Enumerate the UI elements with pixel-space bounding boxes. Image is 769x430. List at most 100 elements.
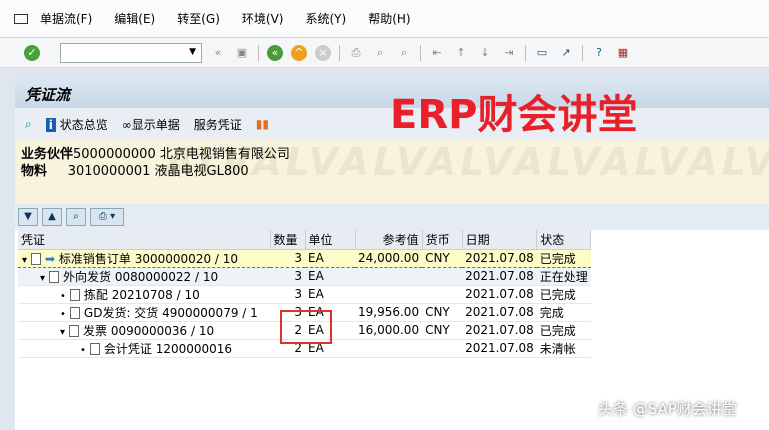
menu-icon[interactable] — [14, 13, 28, 24]
status-cell: 已完成 — [536, 248, 591, 268]
ref-value-cell — [355, 267, 423, 286]
document-label: 发票 0090000036 / 10 — [83, 323, 215, 338]
document-label: 标准销售订单 3000000020 / 10 — [58, 251, 239, 266]
command-field[interactable] — [60, 42, 202, 63]
collapse-all-icon[interactable]: ▲ — [42, 208, 62, 226]
col-status[interactable]: 状态 — [536, 230, 592, 250]
table-row[interactable]: • 拣配 20210708 / 10 3 EA 2021.07.08 已完成 — [18, 285, 591, 304]
help-icon[interactable]: ? — [591, 45, 607, 61]
currency-cell — [422, 339, 463, 358]
display-document-button[interactable]: ∞显示单据 — [122, 116, 180, 133]
date-cell: 2021.07.08 — [462, 339, 537, 358]
col-quantity[interactable]: 数量 — [270, 230, 306, 250]
document-cell[interactable]: ▾ ➡ 标准销售订单 3000000020 / 10 — [18, 248, 270, 268]
document-cell[interactable]: • GD发货: 交货 4900000079 / 1 — [18, 303, 270, 322]
highlight-box — [280, 310, 332, 344]
find-next-icon[interactable]: ⌕ — [396, 45, 412, 61]
prev-page-icon[interactable]: ↑ — [453, 45, 469, 61]
document-cell[interactable]: ▾ 发票 0090000036 / 10 — [18, 321, 270, 340]
status-cell: 已完成 — [536, 321, 591, 340]
menu-goto[interactable]: 转至(G) — [177, 10, 220, 27]
ref-value-cell — [355, 285, 423, 304]
customize-layout-icon[interactable]: ▦ — [615, 45, 631, 61]
separator — [525, 44, 526, 61]
document-icon — [49, 270, 60, 283]
leaf-node-icon: • — [80, 344, 86, 356]
menu-edit[interactable]: 编辑(E) — [114, 10, 155, 27]
first-page-icon[interactable]: ⇤ — [429, 45, 445, 61]
col-unit[interactable]: 单位 — [305, 230, 356, 250]
document-icon — [31, 252, 42, 265]
col-currency[interactable]: 货币 — [422, 230, 463, 250]
status-cell: 已完成 — [536, 285, 591, 304]
menu-help[interactable]: 帮助(H) — [368, 10, 410, 27]
quantity-cell: 3 — [270, 267, 305, 286]
exit-icon[interactable]: ^ — [291, 44, 307, 61]
separator — [258, 44, 259, 61]
cancel-icon[interactable]: × — [315, 44, 331, 61]
document-label: 会计凭证 1200000016 — [103, 341, 233, 356]
leaf-node-icon: • — [60, 308, 66, 320]
save-icon[interactable]: ▣ — [234, 45, 250, 61]
collapse-icon[interactable]: « — [210, 45, 226, 61]
expand-node-icon[interactable]: ▾ — [60, 327, 65, 338]
glasses-icon: ∞ — [121, 117, 132, 132]
document-cell[interactable]: ▾ 外向发货 0080000022 / 10 — [18, 267, 270, 286]
header-info: ALVALVALVALVALVALVALVALV 业务伙伴5000000000 … — [15, 140, 769, 204]
expand-node-icon[interactable]: ▾ — [22, 255, 27, 266]
partner-value: 5000000000 北京电视销售有限公司 — [73, 147, 290, 162]
service-document-button[interactable]: 服务凭证 — [194, 116, 242, 133]
separator — [420, 44, 421, 61]
print-icon[interactable]: ⎙ — [348, 45, 364, 61]
table-row[interactable]: ▾ ➡ 标准销售订单 3000000020 / 10 3 EA 24,000.00… — [18, 248, 591, 268]
unit-cell: EA — [305, 267, 355, 286]
print-menu-icon[interactable]: ⎙ ▾ — [90, 208, 124, 226]
quantity-cell: 3 — [270, 248, 305, 268]
separator — [339, 44, 340, 61]
unit-cell: EA — [305, 248, 355, 268]
menu-environment[interactable]: 环境(V) — [242, 10, 284, 27]
find-icon[interactable]: ⌕ — [372, 45, 388, 61]
date-cell: 2021.07.08 — [462, 267, 537, 286]
status-overview-label: 状态总览 — [59, 117, 108, 132]
expand-icon[interactable]: ▼ — [18, 208, 38, 226]
date-cell: 2021.07.08 — [462, 303, 537, 322]
status-overview-button[interactable]: i 状态总览 — [45, 116, 108, 133]
document-label: 拣配 20210708 / 10 — [83, 287, 200, 302]
document-cell[interactable]: • 会计凭证 1200000016 — [18, 339, 270, 358]
ref-value-cell — [355, 339, 423, 358]
material-label: 物料 — [21, 164, 48, 179]
date-cell: 2021.07.08 — [462, 285, 537, 304]
ref-value-cell: 24,000.00 — [355, 248, 423, 268]
ref-value-cell: 16,000.00 — [355, 321, 423, 340]
document-cell[interactable]: • 拣配 20210708 / 10 — [18, 285, 270, 304]
quantity-cell: 3 — [270, 285, 305, 304]
shortcut-icon[interactable]: ↗ — [558, 45, 574, 61]
ref-value-cell: 19,956.00 — [355, 303, 423, 322]
chart-icon[interactable]: ▮▮ — [256, 117, 269, 131]
menu-system[interactable]: 系统(Y) — [305, 10, 346, 27]
col-date[interactable]: 日期 — [462, 230, 538, 250]
status-cell: 正在处理 — [536, 267, 591, 286]
expand-node-icon[interactable]: ▾ — [40, 273, 45, 284]
currency-cell — [422, 267, 463, 286]
toutiao-watermark: 头条 @SAP财会讲堂 — [598, 400, 737, 418]
arrow-right-icon: ➡ — [45, 251, 56, 266]
erp-watermark: ERP财会讲堂 — [390, 92, 638, 138]
document-display-icon[interactable]: ⌕ — [25, 117, 32, 132]
currency-cell — [422, 285, 463, 304]
new-session-icon[interactable]: ▭ — [534, 45, 550, 61]
menu-document-flow[interactable]: 单据流(F) — [40, 10, 92, 27]
find-icon[interactable]: ⌕ — [66, 208, 86, 226]
table-row[interactable]: ▾ 外向发货 0080000022 / 10 3 EA 2021.07.08 正在… — [18, 267, 591, 286]
col-ref-value[interactable]: 参考值 — [355, 230, 423, 250]
currency-cell: CNY — [422, 303, 463, 322]
currency-cell: CNY — [422, 248, 463, 268]
enter-icon[interactable]: ✓ — [24, 44, 40, 61]
leaf-node-icon: • — [60, 290, 66, 302]
next-page-icon[interactable]: ↓ — [477, 45, 493, 61]
back-icon[interactable]: « — [267, 44, 283, 61]
document-label: GD发货: 交货 4900000079 / 1 — [83, 305, 258, 320]
col-document[interactable]: 凭证 — [18, 230, 271, 250]
last-page-icon[interactable]: ⇥ — [501, 45, 517, 61]
